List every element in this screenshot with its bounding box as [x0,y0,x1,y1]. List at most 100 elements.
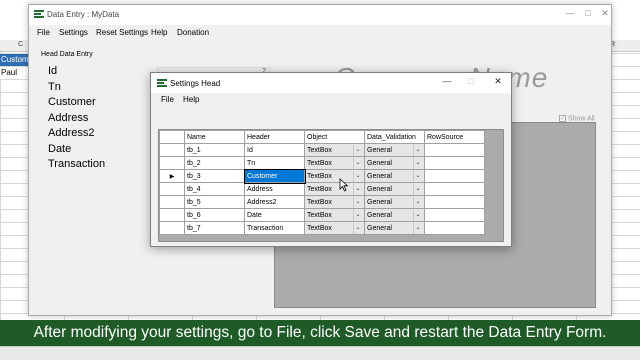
cell-object-dropdown[interactable]: TextBox ⌄ [307,144,362,156]
cell-rowsource[interactable] [424,143,485,157]
dropdown-arrow-icon[interactable]: ⌄ [353,144,362,156]
cell-object-dropdown[interactable]: TextBox ⌄ [307,196,362,208]
settings-menu-help[interactable]: Help [183,95,199,104]
cell-object[interactable]: TextBox ⌄ [304,221,365,235]
cell-name[interactable]: tb_4 [184,182,245,196]
menu-file[interactable]: File [37,28,50,37]
cell-rowsource[interactable] [424,195,485,209]
row-header[interactable] [159,182,185,196]
menu-reset-settings[interactable]: Reset Settings [96,28,148,37]
cell-rowsource[interactable] [424,169,485,183]
cell-header[interactable]: Date [244,208,305,222]
cell-name[interactable]: tb_1 [184,143,245,157]
cell-data-validation[interactable]: General ⌄ [364,169,425,183]
dropdown-arrow-icon[interactable]: ⌄ [413,222,422,234]
cell-data-validation-dropdown[interactable]: General ⌄ [367,157,422,169]
cell-header[interactable]: Address2 [244,195,305,209]
dropdown-arrow-icon[interactable]: ⌄ [413,183,422,195]
row-header[interactable]: ▶ [159,169,185,183]
table-row[interactable]: tb_4 Address TextBox ⌄ General ⌄ [159,182,485,196]
cell-data-validation[interactable]: General ⌄ [364,143,425,157]
cell-data-validation-dropdown[interactable]: General ⌄ [367,209,422,221]
minimize-icon[interactable]: — [440,76,454,86]
dropdown-arrow-icon[interactable]: ⌄ [413,144,422,156]
excel-cell[interactable]: Paul [0,67,30,79]
table-row[interactable]: tb_7 Transaction TextBox ⌄ General ⌄ [159,221,485,235]
settings-menu-file[interactable]: File [161,95,174,104]
cell-name[interactable]: tb_2 [184,156,245,170]
menu-help[interactable]: Help [151,28,167,37]
cell-header[interactable]: Transaction [244,221,305,235]
dropdown-arrow-icon[interactable]: ⌄ [353,209,362,221]
table-row[interactable]: ▶ tb_3 Customer TextBox ⌄ General ⌄ [159,168,485,184]
row-header[interactable] [159,221,185,235]
excel-cell-selected[interactable]: Custom [0,54,30,66]
maximize-icon[interactable]: □ [581,8,595,18]
maximize-icon[interactable]: □ [464,76,478,86]
table-row[interactable]: tb_6 Date TextBox ⌄ General ⌄ [159,208,485,222]
cell-object[interactable]: TextBox ⌄ [304,143,365,157]
cell-object[interactable]: TextBox ⌄ [304,156,365,170]
cell-name[interactable]: tb_7 [184,221,245,235]
cell-object[interactable]: TextBox ⌄ [304,208,365,222]
menu-settings[interactable]: Settings [59,28,88,37]
cell-object-dropdown[interactable]: TextBox ⌄ [307,157,362,169]
cell-data-validation[interactable]: General ⌄ [364,221,425,235]
dropdown-arrow-icon[interactable]: ⌄ [353,157,362,169]
cell-object[interactable]: TextBox ⌄ [304,195,365,209]
cell-data-validation[interactable]: General ⌄ [364,156,425,170]
minimize-icon[interactable]: — [563,8,577,18]
data-entry-titlebar[interactable]: Data Entry : MyData — □ ✕ [29,5,611,25]
settings-titlebar[interactable]: Settings Head — □ ✕ [151,73,511,93]
column-header-header[interactable]: Header [244,130,305,144]
row-header[interactable] [159,195,185,209]
cell-header[interactable]: Tn [244,156,305,170]
row-header[interactable] [159,143,185,157]
table-row[interactable]: tb_1 Id TextBox ⌄ General ⌄ [159,143,485,157]
cell-data-validation[interactable]: General ⌄ [364,182,425,196]
cell-data-validation-dropdown[interactable]: General ⌄ [367,170,422,182]
dropdown-arrow-icon[interactable]: ⌄ [413,196,422,208]
column-header-object[interactable]: Object [304,130,365,144]
row-header[interactable] [159,208,185,222]
cell-object[interactable]: TextBox ⌄ [304,169,365,183]
cell-object-dropdown[interactable]: TextBox ⌄ [307,222,362,234]
cell-data-validation-dropdown[interactable]: General ⌄ [367,144,422,156]
cell-header[interactable]: Customer [243,168,306,184]
cell-rowsource[interactable] [424,182,485,196]
dropdown-arrow-icon[interactable]: ⌄ [413,157,422,169]
menu-donation[interactable]: Donation [177,28,209,37]
cell-rowsource[interactable] [424,208,485,222]
cell-data-validation[interactable]: General ⌄ [364,195,425,209]
close-icon[interactable]: ✕ [598,8,612,19]
dropdown-arrow-icon[interactable]: ⌄ [413,170,422,182]
dropdown-arrow-icon[interactable]: ⌄ [353,170,362,182]
cell-rowsource[interactable] [424,221,485,235]
settings-grid[interactable]: Name Header Object Data_Validation RowSo… [158,129,504,242]
column-header-rowsource[interactable]: RowSource [424,130,485,144]
cell-data-validation-dropdown[interactable]: General ⌄ [367,183,422,195]
dropdown-arrow-icon[interactable]: ⌄ [353,196,362,208]
cell-object-dropdown[interactable]: TextBox ⌄ [307,183,362,195]
cell-object-dropdown[interactable]: TextBox ⌄ [307,209,362,221]
close-icon[interactable]: ✕ [491,76,505,87]
cell-header[interactable]: Id [244,143,305,157]
table-row[interactable]: tb_2 Tn TextBox ⌄ General ⌄ [159,156,485,170]
cell-header[interactable]: Address [244,182,305,196]
cell-object-dropdown[interactable]: TextBox ⌄ [307,170,362,182]
cell-rowsource[interactable] [424,156,485,170]
row-header[interactable] [159,156,185,170]
table-row[interactable]: tb_5 Address2 TextBox ⌄ General ⌄ [159,195,485,209]
cell-data-validation[interactable]: General ⌄ [364,208,425,222]
dropdown-arrow-icon[interactable]: ⌄ [353,222,362,234]
column-header-data-validation[interactable]: Data_Validation [364,130,425,144]
cell-data-validation-dropdown[interactable]: General ⌄ [367,196,422,208]
column-header-name[interactable]: Name [184,130,245,144]
dropdown-arrow-icon[interactable]: ⌄ [413,209,422,221]
dropdown-arrow-icon[interactable]: ⌄ [353,183,362,195]
cell-name[interactable]: tb_3 [184,169,245,183]
cell-data-validation-dropdown[interactable]: General ⌄ [367,222,422,234]
cell-object[interactable]: TextBox ⌄ [304,182,365,196]
cell-name[interactable]: tb_6 [184,208,245,222]
cell-name[interactable]: tb_5 [184,195,245,209]
